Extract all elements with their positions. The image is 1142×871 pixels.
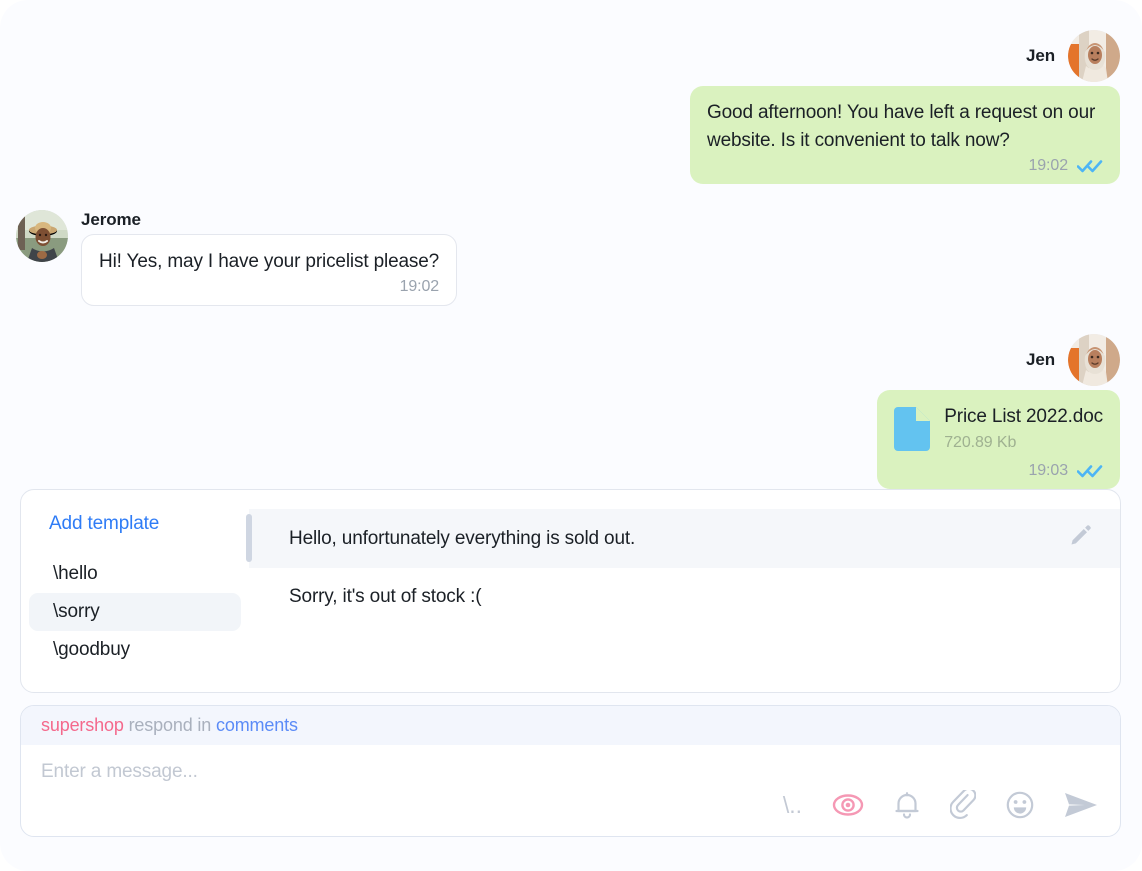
file-size: 720.89 Kb [944, 434, 1017, 451]
templates-preview-list: Hello, unfortunately everything is sold … [249, 490, 1120, 692]
message-bubble[interactable]: Good afternoon! You have left a request … [690, 86, 1120, 184]
double-check-icon [1077, 159, 1103, 173]
document-icon [894, 407, 931, 456]
template-preview-row[interactable]: Hello, unfortunately everything is sold … [249, 509, 1120, 568]
pencil-icon[interactable] [1068, 524, 1092, 553]
paperclip-icon[interactable] [950, 790, 976, 820]
composer-context-bar: supershop respond in comments [21, 706, 1120, 745]
file-name: Price List 2022.doc [944, 406, 1103, 427]
template-preview-text: Sorry, it's out of stock :( [289, 586, 482, 607]
scrollbar-thumb[interactable] [246, 514, 252, 562]
sender-line: Jen [1026, 334, 1120, 386]
message-text: Hi! Yes, may I have your pricelist pleas… [99, 251, 440, 272]
emoji-icon[interactable] [1006, 791, 1034, 819]
message-list: Jen Good afternoon! You have left a requ… [0, 0, 1142, 499]
sender-name: Jerome [81, 210, 141, 229]
file-attachment[interactable]: Price List 2022.doc 720.89 Kb [894, 403, 1103, 456]
message-block-outgoing: Jen [690, 30, 1120, 184]
message-bubble[interactable]: Hi! Yes, may I have your pricelist pleas… [81, 234, 458, 306]
composer-context-text: respond in [123, 715, 216, 735]
avatar [16, 210, 68, 262]
avatar [1068, 30, 1120, 82]
sender-name: Jen [1026, 350, 1055, 369]
message-row: Jen [16, 334, 1120, 489]
send-icon[interactable] [1064, 792, 1098, 818]
composer-brand-label: supershop [41, 715, 124, 735]
avatar [1068, 334, 1120, 386]
message-composer: supershop respond in comments Enter a me… [20, 705, 1121, 837]
message-row: Jerome Hi! Yes, may I have your pricelis… [16, 210, 1120, 306]
message-time: 19:02 [399, 278, 440, 295]
template-preview-text: Hello, unfortunately everything is sold … [289, 527, 636, 549]
double-check-icon [1077, 464, 1103, 478]
message-time: 19:03 [1028, 462, 1068, 479]
sender-name: Jen [1026, 46, 1055, 65]
message-meta: 19:02 [99, 278, 440, 296]
message-meta: 19:03 [894, 462, 1103, 480]
file-info: Price List 2022.doc 720.89 Kb [944, 405, 1103, 452]
template-item-hello[interactable]: \hello [29, 555, 241, 593]
message-meta: 19:02 [707, 157, 1103, 175]
file-message-bubble[interactable]: Price List 2022.doc 720.89 Kb 19:03 [877, 390, 1120, 489]
message-content: Jerome Hi! Yes, may I have your pricelis… [81, 210, 458, 306]
composer-comments-link[interactable]: comments [216, 715, 298, 735]
template-shortcut-icon[interactable]: \.. [782, 791, 802, 818]
template-list: \hello \sorry \goodbuy [21, 555, 249, 669]
message-block-incoming: Jerome Hi! Yes, may I have your pricelis… [16, 210, 458, 306]
templates-scrollbar[interactable] [246, 514, 252, 674]
sender-line: Jerome [81, 210, 457, 230]
add-template-button[interactable]: Add template [21, 513, 249, 535]
template-shortcut-label: \.. [782, 791, 802, 818]
composer-toolbar: \.. [21, 790, 1120, 836]
message-block-outgoing: Jen [877, 334, 1120, 489]
message-row: Jen [16, 30, 1120, 184]
message-time: 19:02 [1028, 157, 1068, 174]
eye-icon[interactable] [832, 793, 864, 817]
message-input[interactable]: Enter a message... [21, 745, 1120, 790]
sender-line: Jen [1026, 30, 1120, 82]
bell-icon[interactable] [894, 791, 920, 819]
template-item-sorry[interactable]: \sorry [29, 593, 241, 631]
message-text: Good afternoon! You have left a request … [707, 102, 1096, 151]
template-preview-row[interactable]: Sorry, it's out of stock :( [249, 568, 1120, 623]
templates-sidebar: Add template \hello \sorry \goodbuy [21, 490, 252, 692]
template-item-goodbuy[interactable]: \goodbuy [29, 631, 241, 669]
chat-window: Jen Good afternoon! You have left a requ… [0, 0, 1142, 871]
templates-panel: Add template \hello \sorry \goodbuy Hell… [20, 489, 1121, 693]
